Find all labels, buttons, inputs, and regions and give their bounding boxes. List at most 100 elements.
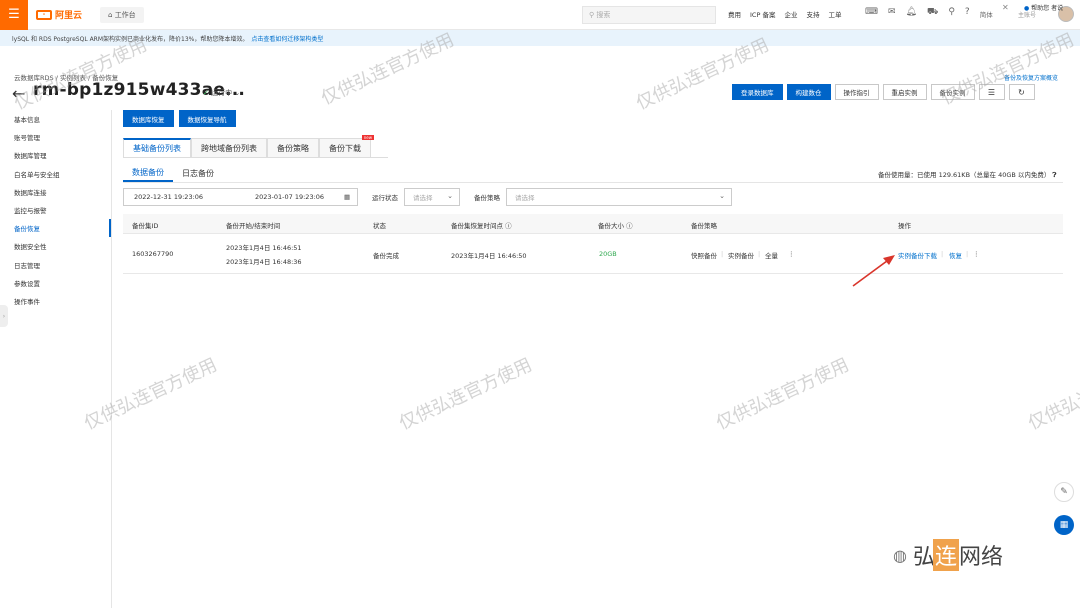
sidebar-item-monitoring[interactable]: 监控与报警 [0,201,111,219]
build-warehouse-button[interactable]: 构建数仓 [786,84,831,100]
strategy-instance: 实例备份 [728,252,754,260]
location-icon[interactable]: ⚲ [948,7,955,19]
sidebar-item-logs[interactable]: 日志管理 [0,256,111,274]
search-input[interactable]: ⚲ 搜索 [582,6,716,24]
table-header: 备份集ID 备份开始/结束时间 状态 备份集恢复时间点 ⓘ 备份大小 ⓘ 备份策… [123,214,1063,234]
tab-download[interactable]: 备份下载 new [319,135,374,157]
start-date[interactable]: 2022-12-31 19:23:06 [134,193,203,201]
top-links: 费用 ICP 备案 企业 支持 工单 [728,9,841,19]
backup-end: 2023年1月4日 16:48:36 [226,258,302,266]
top-icons: ⌨ ✉ 🔔︎ ⛟ ⚲ ? 简体 [865,7,993,19]
restore-point: 2023年1月4日 16:46:50 [451,252,527,260]
strategy-select[interactable]: 请选择 ⌄ [506,188,732,206]
mail-icon[interactable]: ✉ [888,7,896,19]
status-badge[interactable]: ✓ 运行中 ⌄ [203,88,240,98]
help-icon[interactable]: ? [965,7,970,19]
workbench-button[interactable]: ⌂ 工作台 [100,6,144,23]
language-switch[interactable]: 简体 [980,9,993,19]
table-row: 1603267790 2023年1月4日 16:46:51 2023年1月4日 … [123,234,1063,274]
col-size: 备份大小 ⓘ [598,222,633,230]
backup-status: 备份完成 [373,252,399,260]
new-badge: new [361,135,374,140]
code-icon[interactable]: ⌨ [865,7,878,19]
strategy-filter-label: 备份策略 [474,194,500,202]
col-id: 备份集ID [132,222,159,230]
backup-id: 1603267790 [132,250,174,258]
bell-icon[interactable]: 🔔︎ [906,7,917,19]
brand-watermark: ◍ 弘连网络 [893,539,1003,571]
help-icon[interactable]: ⓘ [505,222,512,230]
download-backup-link[interactable]: 实例备份下载 [898,250,937,260]
calendar-icon[interactable]: ▦ [344,193,350,201]
subtabs: 数据备份 日志备份 [123,164,223,182]
tab-strategy[interactable]: 备份策略 [267,138,319,157]
grid-icon[interactable]: ▦ [1054,515,1074,535]
link-support[interactable]: 支持 [806,9,819,19]
notice-link[interactable]: 点击查看如何迁移架构类型 [251,34,323,43]
tab-basic-backups[interactable]: 基础备份列表 [123,138,191,157]
edit-icon[interactable]: ✎ [1054,482,1074,502]
close-icon[interactable]: ✕ [1002,3,1009,12]
help-icon[interactable]: ❓︎ [1053,171,1057,179]
sidebar-item-whitelist[interactable]: 白名单与安全组 [0,165,111,183]
search-icon: ⚲ [589,11,595,19]
col-status: 状态 [373,222,386,230]
divider: | [758,250,761,258]
more-icon[interactable]: ⋮ [973,250,980,258]
tabs: 基础备份列表 跨地域备份列表 备份策略 备份下载 new [123,135,388,158]
annotation-arrow [852,255,895,287]
backup-usage: 备份使用量：已使用 129.61KB（总量在 40GB 以内免费） ❓︎ [878,171,1057,179]
end-date[interactable]: 2023-01-07 19:23:06 [255,193,324,201]
sidebar-item-connection[interactable]: 数据库连接 [0,183,111,201]
sidebar: 基本信息 账号管理 数据库管理 白名单与安全组 数据库连接 监控与报警 备份恢复… [0,110,112,608]
subtab-divider [123,182,1063,183]
db-restore-button[interactable]: 数据库恢复 [123,110,174,127]
restart-button[interactable]: 重启实例 [882,84,927,100]
divider: | [941,250,944,258]
status-filter-label: 运行状态 [372,194,398,202]
link-enterprise[interactable]: 企业 [784,9,797,19]
cart-icon[interactable]: ⛟ [927,7,938,19]
sidebar-item-databases[interactable]: 数据库管理 [0,146,111,164]
refresh-icon[interactable]: ↻ [1008,84,1035,100]
chevron-down-icon: ⌄ [719,192,725,200]
link-ticket[interactable]: 工单 [828,9,841,19]
sidebar-item-accounts[interactable]: 账号管理 [0,128,111,146]
filter-row: 2022-12-31 19:23:06 2023-01-07 19:23:06 … [123,188,732,206]
link-icp[interactable]: ICP 备案 [750,9,775,19]
sidebar-toggle-icon[interactable]: › [0,305,8,327]
link-billing[interactable]: 费用 [728,9,741,19]
more-icon[interactable]: ⋮ [788,250,795,258]
menu-icon[interactable]: ☰ [0,0,28,30]
strategy-snapshot: 快照备份 [691,252,717,260]
notice-banner: lySQL 和 RDS PostgreSQL ARM架构实例已商业化发布，降价1… [0,30,1080,46]
wechat-icon: ◍ [893,545,907,565]
status-select[interactable]: 请选择 ⌄ [404,188,460,206]
restore-link[interactable]: 恢复 [949,250,962,260]
sidebar-item-basic[interactable]: 基本信息 [0,110,111,128]
watermark: 仅供弘连官方使用 [712,354,853,435]
divider: | [966,250,969,258]
watermark: 仅供弘连官方使用 [1024,354,1080,435]
col-restore-point: 备份集恢复时间点 ⓘ [451,222,512,230]
backup-size: 20GB [599,250,617,258]
aliyun-logo[interactable]: - 阿里云 [36,8,82,21]
divider: | [721,250,724,258]
col-ops: 操作 [898,222,911,230]
content-actions: 数据库恢复 数据恢复导航 [123,110,236,127]
sidebar-item-params[interactable]: 参数设置 [0,274,111,292]
sidebar-item-security[interactable]: 数据安全性 [0,237,111,255]
subtab-log-backup[interactable]: 日志备份 [173,164,223,182]
login-db-button[interactable]: 登录数据库 [732,84,783,100]
help-icon[interactable]: ⓘ [626,222,633,230]
col-time: 备份开始/结束时间 [226,222,281,230]
check-icon: ✓ [203,89,209,97]
sidebar-item-backup[interactable]: 备份恢复 [0,219,111,238]
sidebar-item-events[interactable]: 操作事件 [0,292,111,310]
subtab-data-backup[interactable]: 数据备份 [123,164,173,182]
tab-cross-region[interactable]: 跨地域备份列表 [191,138,267,157]
restore-nav-button[interactable]: 数据恢复导航 [178,110,236,127]
date-range-picker[interactable]: 2022-12-31 19:23:06 2023-01-07 19:23:06 … [123,188,358,206]
logo-mark-icon: - [36,9,52,20]
guide-button[interactable]: 操作指引 [834,84,879,100]
